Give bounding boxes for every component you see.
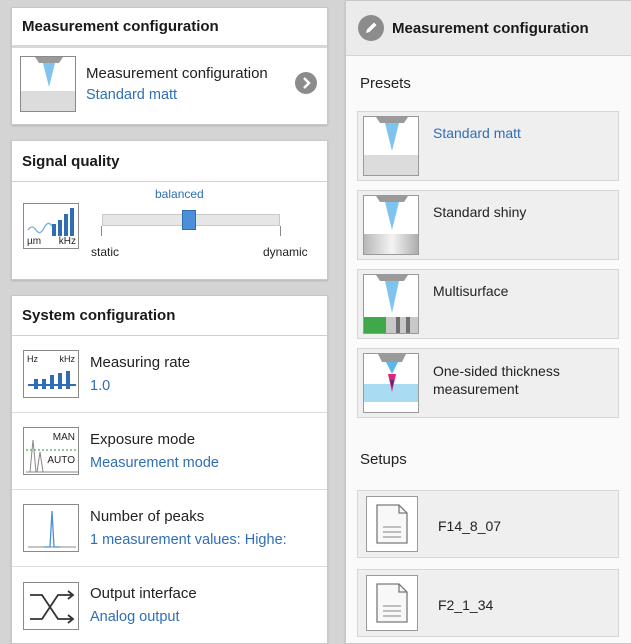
signal-quality-icon: µm kHz xyxy=(23,203,79,249)
preset-label-line-1: One-sided thickness xyxy=(433,363,560,379)
document-icon xyxy=(366,575,418,631)
signal-quality-body: µm kHz balanced static dynamic xyxy=(12,182,327,279)
system-config-item-exposure-mode[interactable]: MAN AUTO Exposure mode Measurement mode xyxy=(12,413,327,490)
thickness-icon xyxy=(363,353,419,413)
signal-quality-header: Signal quality xyxy=(22,152,120,170)
multisurface-icon xyxy=(363,274,419,334)
measurement-config-detail-panel: Measurement configuration Presets Standa… xyxy=(345,0,631,644)
measuring-rate-value: 1.0 xyxy=(90,377,111,394)
measuring-rate-title: Measuring rate xyxy=(90,353,191,371)
preset-one-sided-thickness[interactable]: One-sided thickness measurement xyxy=(357,348,619,418)
standard-shiny-icon xyxy=(363,195,419,255)
system-config-panel: System configuration Hz kHz Measuring ra… xyxy=(11,295,328,644)
signal-quality-slider[interactable] xyxy=(102,210,280,230)
system-config-item-measuring-rate[interactable]: Hz kHz Measuring rate 1.0 xyxy=(12,336,327,413)
setup-label: F2_1_34 xyxy=(438,597,494,613)
slider-thumb[interactable] xyxy=(182,210,196,230)
exposure-icon-man-label: MAN xyxy=(52,432,75,443)
slider-max-label: dynamic xyxy=(263,245,308,259)
preset-standard-matt[interactable]: Standard matt xyxy=(357,111,619,181)
preset-standard-shiny[interactable]: Standard shiny xyxy=(357,190,619,260)
preset-multisurface[interactable]: Multisurface xyxy=(357,269,619,339)
measurement-config-value: Standard matt xyxy=(86,86,178,103)
standard-matt-icon xyxy=(363,116,419,176)
number-of-peaks-value: 1 measurement values: Highe: xyxy=(90,531,287,548)
setup-label: F14_8_07 xyxy=(438,518,502,534)
panel-header: System configuration xyxy=(12,296,327,336)
system-config-header: System configuration xyxy=(22,307,176,324)
setup-item[interactable]: F14_8_07 xyxy=(357,490,619,558)
setups-label: Setups xyxy=(360,451,407,468)
panel-header: Signal quality xyxy=(12,141,327,182)
document-icon xyxy=(366,496,418,552)
preset-label-multisurface: Multisurface xyxy=(433,283,509,299)
number-of-peaks-title: Number of peaks xyxy=(90,507,205,525)
slider-min-label: static xyxy=(91,245,120,259)
output-interface-title: Output interface xyxy=(90,585,197,602)
measuring-rate-icon: Hz kHz xyxy=(23,350,79,398)
signal-quality-panel: Signal quality µm kHz balanced static dy… xyxy=(11,140,328,280)
setup-item[interactable]: F2_1_34 xyxy=(357,569,619,637)
exposure-mode-icon: MAN AUTO xyxy=(23,427,79,475)
signal-icon-um-label: µm xyxy=(27,236,42,247)
measurement-config-header: Measurement configuration xyxy=(22,18,219,35)
system-config-item-output-interface[interactable]: Output interface Analog output xyxy=(12,567,327,644)
output-interface-value: Analog output xyxy=(90,609,180,625)
slider-tick-min xyxy=(101,226,102,236)
standard-matt-icon xyxy=(20,56,76,112)
exposure-icon-auto-label: AUTO xyxy=(47,455,75,466)
slider-tick-max xyxy=(280,226,281,236)
detail-header: Measurement configuration xyxy=(346,1,631,56)
exposure-mode-title: Exposure mode xyxy=(90,430,196,448)
preset-label-one-sided-thickness: One-sided thickness measurement xyxy=(433,362,560,398)
preset-label-standard-matt: Standard matt xyxy=(433,125,521,141)
chevron-right-icon[interactable] xyxy=(295,72,317,94)
peaks-icon xyxy=(23,504,79,552)
signal-icon-khz-label: kHz xyxy=(58,236,76,247)
panel-header: Measurement configuration xyxy=(12,8,327,48)
slider-value-label: balanced xyxy=(155,187,204,201)
measurement-config-item[interactable]: Measurement configuration Standard matt xyxy=(12,48,327,120)
measurement-config-title: Measurement configuration xyxy=(86,64,268,82)
preset-label-standard-shiny: Standard shiny xyxy=(433,204,527,220)
exposure-mode-value: Measurement mode xyxy=(90,454,219,471)
pencil-icon xyxy=(358,15,384,41)
output-interface-icon xyxy=(23,581,79,630)
preset-label-line-2: measurement xyxy=(433,381,519,397)
system-config-item-number-of-peaks[interactable]: Number of peaks 1 measurement values: Hi… xyxy=(12,490,327,567)
detail-header-title: Measurement configuration xyxy=(392,19,589,37)
measurement-config-panel: Measurement configuration Measurement co… xyxy=(11,7,328,125)
presets-label: Presets xyxy=(360,75,411,92)
